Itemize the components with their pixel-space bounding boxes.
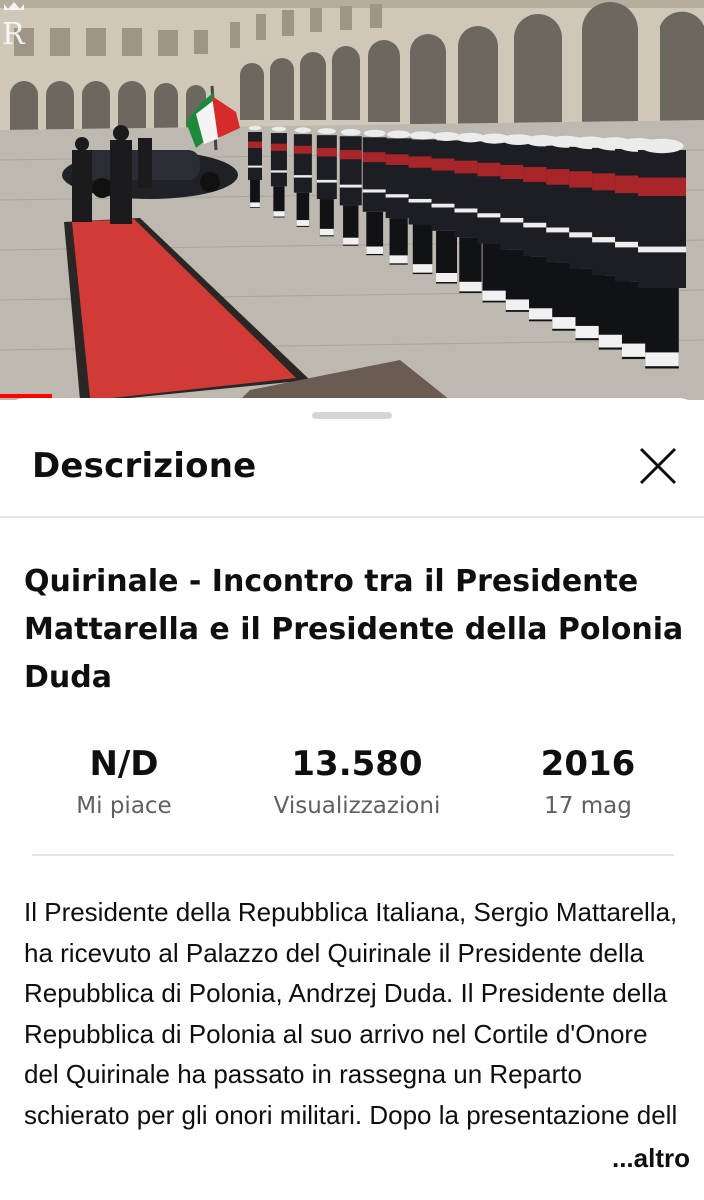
guard-figure <box>270 143 287 151</box>
description-text: Il Presidente della Repubblica Italiana,… <box>24 897 678 1130</box>
guard-figure <box>339 150 362 160</box>
guard-figure <box>459 281 482 292</box>
guard-figure <box>339 184 362 188</box>
guard-figure <box>270 133 287 187</box>
video-description: Il Presidente della Repubblica Italiana,… <box>24 892 688 1182</box>
date-label: 17 mag <box>544 793 632 819</box>
video-title: Quirinale - Incontro tra il Presidente M… <box>24 564 684 695</box>
guard-figure <box>319 228 334 236</box>
guard-figure <box>433 131 461 141</box>
guard-figure <box>385 154 412 165</box>
video-stats: N/D Mi piace 13.580 Visualizzazioni 2016… <box>0 742 704 832</box>
guard-figure <box>248 125 262 131</box>
guard-figure <box>363 129 386 137</box>
video-frame <box>0 0 704 400</box>
guard-figure <box>340 128 361 136</box>
drag-handle[interactable] <box>312 412 392 419</box>
guard-figure <box>528 308 556 320</box>
guard-figure <box>645 352 679 367</box>
guard-figure <box>389 255 408 264</box>
video-player[interactable]: R <box>0 0 704 400</box>
guard-figure <box>294 127 311 133</box>
guard-figure <box>412 264 433 273</box>
svg-text:R: R <box>2 17 26 50</box>
description-fade <box>512 1135 582 1175</box>
guard-figure <box>248 165 262 168</box>
date-stat: 2016 17 mag <box>488 742 688 826</box>
more-link[interactable]: ...altro <box>605 1143 690 1174</box>
guard-figure <box>316 147 337 157</box>
divider <box>32 854 674 856</box>
guard-figure <box>638 177 686 196</box>
guard-figure <box>317 128 336 135</box>
guard-figure <box>362 152 387 163</box>
views-label: Visualizzazioni <box>273 793 441 819</box>
close-icon <box>639 447 677 485</box>
guard-figure <box>362 189 387 193</box>
guard-figure <box>638 150 686 288</box>
guard-figure <box>250 202 260 208</box>
guard-figure <box>316 179 337 183</box>
guard-figure <box>248 141 262 148</box>
guard-figure <box>638 246 686 253</box>
guard-figure <box>385 194 412 198</box>
likes-stat: N/D Mi piace <box>24 742 224 826</box>
views-stat: 13.580 Visualizzazioni <box>252 742 462 826</box>
guard-figure <box>482 290 507 301</box>
guard-figure <box>316 135 337 200</box>
guard-figure <box>409 131 436 140</box>
close-button[interactable] <box>634 442 682 490</box>
guard-figure <box>339 136 362 206</box>
guard-figure <box>366 246 384 254</box>
likes-value: N/D <box>89 744 159 784</box>
guard-figure <box>640 138 684 154</box>
guard-figure <box>505 299 531 311</box>
guard-figure <box>296 220 310 226</box>
likes-label: Mi piace <box>76 793 172 819</box>
guard-figure <box>248 132 262 180</box>
guard-figure <box>386 130 411 139</box>
guard-figure <box>293 145 312 154</box>
guard-figure <box>362 137 387 212</box>
guard-figure <box>293 175 312 178</box>
guard-figure <box>343 237 359 245</box>
guard-figure <box>271 126 287 132</box>
quirinale-logo-icon: R <box>2 2 26 50</box>
guard-figure <box>436 272 458 283</box>
year-value: 2016 <box>540 744 636 784</box>
guard-figure <box>293 134 312 193</box>
guard-figure <box>270 170 287 173</box>
sheet-header: Descrizione <box>0 426 704 518</box>
description-sheet: Descrizione Quirinale - Incontro tra il … <box>0 398 704 1200</box>
views-value: 13.580 <box>291 744 423 784</box>
guard-figure <box>385 138 412 219</box>
guard-figure <box>273 211 285 217</box>
sheet-title: Descrizione <box>32 446 257 486</box>
